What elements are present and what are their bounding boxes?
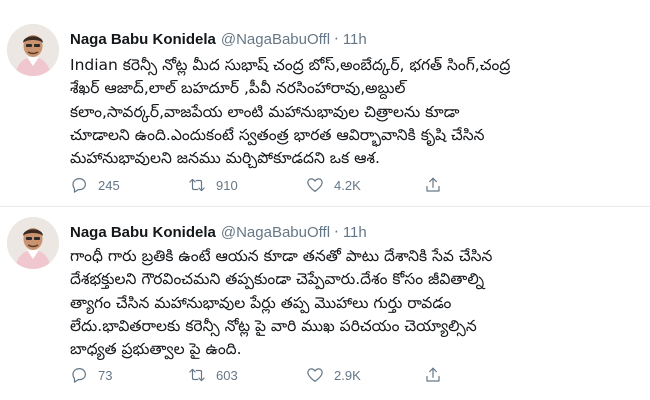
- retweet-count: 603: [216, 367, 238, 383]
- tweet-text-line: Indian కరెన్సీ నోట్ల మీద సుభాష్ చంద్ర బో…: [70, 56, 511, 74]
- tweet-text: గాంధీ గారు బ్రతికి ఉంటే ఆయన కూడా తనతో పా…: [70, 245, 642, 361]
- like-button[interactable]: 4.2K: [306, 176, 424, 194]
- tweet-timestamp[interactable]: 11h: [343, 31, 367, 48]
- avatar[interactable]: [7, 24, 59, 76]
- tweet-actions: 73 603 2.9K: [70, 364, 550, 386]
- separator-dot: ·: [334, 223, 339, 241]
- like-count: 4.2K: [334, 177, 361, 193]
- tweet-text-line: బాధ్యత ప్రభుత్వాల పై ఉంది.: [70, 340, 242, 359]
- share-icon: [426, 367, 440, 382]
- avatar-image: [7, 24, 59, 76]
- tweet-2[interactable]: Naga Babu Konidela @NagaBabuOffl · 11h గ…: [0, 207, 650, 400]
- tweet-timestamp[interactable]: 11h: [343, 224, 367, 241]
- like-button[interactable]: 2.9K: [306, 366, 424, 384]
- reply-icon: [72, 178, 86, 193]
- like-icon: [307, 368, 323, 382]
- author-handle[interactable]: @NagaBabuOffl: [221, 224, 330, 241]
- avatar-image: [7, 217, 59, 269]
- retweet-icon: [189, 368, 205, 382]
- reply-count: 245: [98, 177, 120, 193]
- author-handle[interactable]: @NagaBabuOffl: [221, 31, 330, 48]
- share-button[interactable]: [424, 366, 442, 384]
- tweet-text-line: త్యాగం చేసిన మహానుభావుల పేర్లు తప్ప మొహా…: [70, 293, 452, 312]
- tweet-text-line: దేశభక్తులని గౌరవించమని తప్పకుండా చెప్పేవ…: [70, 270, 485, 289]
- like-count: 2.9K: [334, 367, 361, 383]
- share-button[interactable]: [424, 176, 442, 194]
- like-icon: [307, 178, 323, 192]
- retweet-icon: [189, 178, 205, 192]
- retweet-button[interactable]: 603: [188, 366, 306, 384]
- tweet-text-line: గాంధీ గారు బ్రతికి ఉంటే ఆయన కూడా తనతో పా…: [70, 247, 493, 265]
- reply-button[interactable]: 245: [70, 176, 188, 194]
- reply-button[interactable]: 73: [70, 366, 188, 384]
- tweet-text-line: కలాం,సావర్కర్,వాజపేయ లాంటి మహానుభావుల చి…: [70, 102, 460, 121]
- tweet-text-line: లేదు.భావితరాలకు కరెన్సీ నోట్ల పై వారి ము…: [70, 316, 477, 335]
- author-name[interactable]: Naga Babu Konidela: [70, 224, 216, 241]
- retweet-count: 910: [216, 177, 238, 193]
- tweet-actions: 245 910 4.2K: [70, 174, 550, 196]
- tweet-1[interactable]: Naga Babu Konidela @NagaBabuOffl · 11h I…: [0, 0, 650, 207]
- retweet-button[interactable]: 910: [188, 176, 306, 194]
- author-name[interactable]: Naga Babu Konidela: [70, 31, 216, 48]
- reply-icon: [72, 368, 86, 383]
- tweet-text-line: చూడాలని ఉంది.ఎందుకంటే స్వతంత్ర భారత ఆవిర…: [70, 125, 485, 144]
- separator-dot: ·: [334, 30, 339, 48]
- tweet-text: Indian కరెన్సీ నోట్ల మీద సుభాష్ చంద్ర బో…: [70, 54, 642, 170]
- tweet-text-line: శేఖర్ ఆజాద్,లాల్ బహదూర్ ,పీవీ నరసింహారావ…: [70, 79, 406, 98]
- tweet-text-line: మహానుభావులని జనము మర్చిపోకూడదని ఒక ఆశ.: [70, 149, 380, 168]
- reply-count: 73: [98, 367, 113, 383]
- share-icon: [426, 177, 440, 192]
- avatar[interactable]: [7, 217, 59, 269]
